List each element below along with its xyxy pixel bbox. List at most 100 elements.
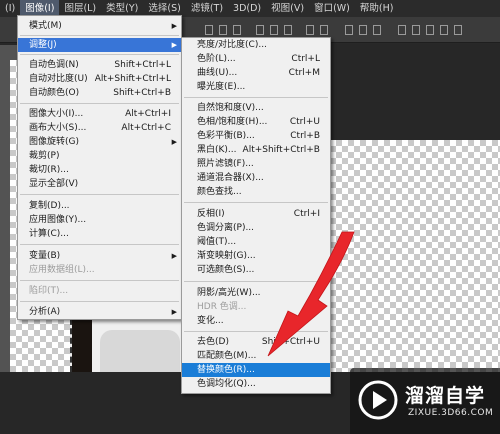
menu-help[interactable]: 帮助(H) <box>355 0 399 17</box>
menu-item-match-color[interactable]: 匹配颜色(M)... <box>182 349 330 363</box>
photo-clothing <box>100 330 180 372</box>
menu-item-hue-saturation[interactable]: 色相/饱和度(H)... Ctrl+U <box>182 115 330 129</box>
align-icon[interactable] <box>205 25 213 35</box>
3d-mode-icon[interactable] <box>454 25 462 35</box>
menu-item-trim[interactable]: 裁切(R)... <box>18 163 181 177</box>
menu-item-label: 曝光度(E)... <box>197 82 246 92</box>
menu-item-label: 渐变映射(G)... <box>197 251 256 261</box>
menu-shortcut: Ctrl+L <box>291 54 320 64</box>
menu-shortcut: Ctrl+M <box>288 68 320 78</box>
menu-item-canvas-size[interactable]: 画布大小(S)... Alt+Ctrl+C <box>18 121 181 135</box>
3d-mode-icon[interactable] <box>412 25 420 35</box>
menu-item-selective-color[interactable]: 可选颜色(S)... <box>182 263 330 277</box>
menu-item-photo-filter[interactable]: 照片滤镜(F)... <box>182 157 330 171</box>
menu-item-label: 色阶(L)... <box>197 54 236 64</box>
distribute-icon[interactable] <box>320 25 328 35</box>
menu-item-color-lookup[interactable]: 颜色查找... <box>182 185 330 199</box>
3d-mode-icon[interactable] <box>426 25 434 35</box>
chevron-right-icon: ▶ <box>171 308 177 316</box>
menu-item-label: 应用图像(Y)... <box>29 215 87 225</box>
menu-shortcut: Ctrl+I <box>293 209 320 219</box>
play-logo-icon <box>358 380 398 420</box>
menu-item-gradient-map[interactable]: 渐变映射(G)... <box>182 249 330 263</box>
distribute-icon[interactable] <box>256 25 264 35</box>
menu-item-label: 自动颜色(O) <box>29 88 80 98</box>
menu-item-exposure[interactable]: 曝光度(E)... <box>182 80 330 94</box>
menu-item-vibrance[interactable]: 自然饱和度(V)... <box>182 101 330 115</box>
menu-item-duplicate[interactable]: 复制(D)... <box>18 199 181 213</box>
menu-item-threshold[interactable]: 阈值(T)... <box>182 235 330 249</box>
distribute-icon[interactable] <box>306 25 314 35</box>
menu-divider <box>20 301 179 302</box>
3d-mode-icon[interactable] <box>440 25 448 35</box>
menu-item-hdr-toning: HDR 色调... <box>182 300 330 314</box>
menu-item-label: 图像旋转(G) <box>29 137 79 147</box>
3d-mode-icon[interactable] <box>398 25 406 35</box>
menu-item-black-white[interactable]: 黑白(K)... Alt+Shift+Ctrl+B <box>182 143 330 157</box>
distribute-icon[interactable] <box>345 25 353 35</box>
menu-item-crop[interactable]: 裁剪(P) <box>18 149 181 163</box>
menu-item-invert[interactable]: 反相(I) Ctrl+I <box>182 207 330 221</box>
menu-item-label: 图像大小(I)... <box>29 109 84 119</box>
distribute-icon[interactable] <box>284 25 292 35</box>
menu-item-calculations[interactable]: 计算(C)... <box>18 227 181 241</box>
menu-item-equalize[interactable]: 色调均化(Q)... <box>182 377 330 391</box>
menu-item-brightness-contrast[interactable]: 亮度/对比度(C)... <box>182 38 330 52</box>
menu-divider <box>20 35 179 36</box>
menu-item-label: 去色(D) <box>197 337 229 347</box>
menu-item-variables[interactable]: 变量(B) ▶ <box>18 249 181 263</box>
menu-divider <box>20 194 179 195</box>
menu-item-apply-data-set: 应用数据组(L)... <box>18 263 181 277</box>
menu-item-curves[interactable]: 曲线(U)... Ctrl+M <box>182 66 330 80</box>
menu-shortcut: Shift+Ctrl+B <box>113 88 171 98</box>
menu-item-label: 照片滤镜(F)... <box>197 159 254 169</box>
menu-view[interactable]: 视图(V) <box>266 0 309 17</box>
menu-item-label: 裁切(R)... <box>29 165 69 175</box>
menu-item-label: 自动色调(N) <box>29 60 79 70</box>
menu-item-auto-color[interactable]: 自动颜色(O) Shift+Ctrl+B <box>18 86 181 100</box>
menu-item-color-balance[interactable]: 色彩平衡(B)... Ctrl+B <box>182 129 330 143</box>
menu-shortcut: Alt+Shift+Ctrl+L <box>94 74 171 84</box>
align-icon[interactable] <box>233 25 241 35</box>
menu-item-image-size[interactable]: 图像大小(I)... Alt+Ctrl+I <box>18 107 181 121</box>
distribute-icon[interactable] <box>373 25 381 35</box>
menu-item-label: 自动对比度(U) <box>29 74 88 84</box>
transparent-canvas[interactable] <box>330 140 500 372</box>
menu-item-analysis[interactable]: 分析(A) ▶ <box>18 305 181 319</box>
menu-3d[interactable]: 3D(D) <box>228 0 266 17</box>
menu-item-label: 裁剪(P) <box>29 151 60 161</box>
menu-item-label: 调整(J) <box>29 40 57 50</box>
menu-item-reveal-all[interactable]: 显示全部(V) <box>18 177 181 191</box>
menu-item-label: 自然饱和度(V)... <box>197 103 264 113</box>
menu-item-label: 颜色查找... <box>197 187 242 197</box>
menu-item-mode[interactable]: 模式(M) ▶ <box>18 19 181 33</box>
chevron-right-icon: ▶ <box>171 41 177 49</box>
menu-divider <box>184 202 328 203</box>
menu-item-label: 显示全部(V) <box>29 179 79 189</box>
menu-item-levels[interactable]: 色阶(L)... Ctrl+L <box>182 52 330 66</box>
distribute-icon[interactable] <box>270 25 278 35</box>
menu-item-channel-mixer[interactable]: 通道混合器(X)... <box>182 171 330 185</box>
menu-item-apply-image[interactable]: 应用图像(Y)... <box>18 213 181 227</box>
menu-item-label: 阈值(T)... <box>197 237 237 247</box>
align-icon[interactable] <box>219 25 227 35</box>
menu-shortcut: Ctrl+U <box>289 117 320 127</box>
menu-item-label: 色彩平衡(B)... <box>197 131 255 141</box>
menu-item-posterize[interactable]: 色调分离(P)... <box>182 221 330 235</box>
menu-window[interactable]: 窗口(W) <box>309 0 355 17</box>
menu-item-image-rotation[interactable]: 图像旋转(G) ▶ <box>18 135 181 149</box>
menu-item-variations[interactable]: 变化... <box>182 314 330 328</box>
menu-item-replace-color[interactable]: 替换颜色(R)... <box>182 363 330 377</box>
distribute-icon[interactable] <box>359 25 367 35</box>
watermark-brand: 溜溜自学 <box>405 385 486 407</box>
menu-item-label: 应用数据组(L)... <box>29 265 95 275</box>
menu-item-label: 可选颜色(S)... <box>197 265 255 275</box>
menu-item-desaturate[interactable]: 去色(D) Shift+Ctrl+U <box>182 335 330 349</box>
menu-item-auto-contrast[interactable]: 自动对比度(U) Alt+Shift+Ctrl+L <box>18 72 181 86</box>
menu-item-adjust[interactable]: 调整(J) ▶ <box>18 38 181 52</box>
menu-shortcut: Ctrl+B <box>290 131 320 141</box>
menu-filter[interactable]: 滤镜(T) <box>186 0 228 17</box>
menu-item-auto-tone[interactable]: 自动色调(N) Shift+Ctrl+L <box>18 58 181 72</box>
menu-item-shadows-highlights[interactable]: 阴影/高光(W)... <box>182 286 330 300</box>
menu-divider <box>20 280 179 281</box>
